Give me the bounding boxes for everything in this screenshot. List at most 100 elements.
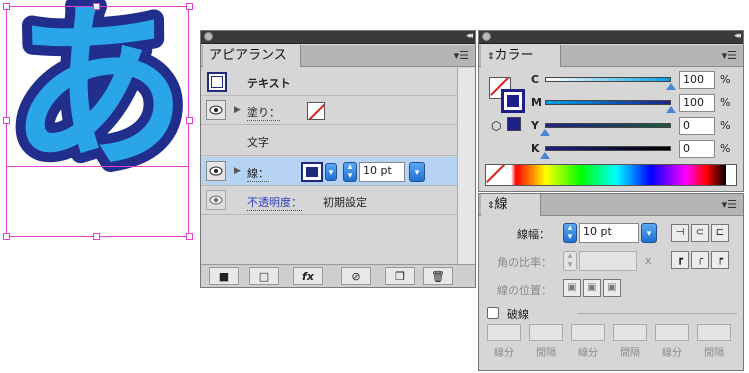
none-color-swatch[interactable] — [486, 165, 508, 185]
slider-thumb[interactable] — [666, 83, 676, 90]
channel-value-field[interactable]: 0 — [679, 140, 715, 158]
round-join-icon[interactable]: ╭ — [691, 251, 709, 269]
percent-unit: % — [720, 142, 731, 155]
web-safe-color-swatch[interactable] — [507, 117, 521, 131]
tab-toggle-icon[interactable]: ⇕ — [487, 52, 495, 62]
projecting-cap-icon[interactable]: ⊏ — [711, 224, 729, 242]
tab-toggle-icon[interactable]: ⇕ — [487, 201, 495, 211]
resize-handle[interactable] — [93, 233, 100, 240]
close-icon[interactable] — [204, 32, 213, 41]
appearance-row-fill[interactable]: ▶ 塗り： — [201, 97, 457, 125]
channel-slider-y[interactable] — [545, 123, 671, 128]
panel-menu-icon[interactable]: ▾☰ — [722, 49, 737, 62]
slider-thumb[interactable] — [540, 152, 550, 159]
dash-field[interactable] — [487, 324, 521, 341]
new-art-icon[interactable]: ■ — [209, 267, 239, 285]
tab-color[interactable]: ⇕カラー — [481, 45, 561, 67]
miter-join-icon[interactable]: ┏ — [671, 251, 689, 269]
resize-handle[interactable] — [186, 117, 193, 124]
channel-slider-m[interactable] — [545, 100, 671, 105]
channel-value-field[interactable]: 100 — [679, 94, 715, 112]
slider-thumb[interactable] — [666, 106, 676, 113]
align-inside-icon[interactable]: ▣ — [583, 279, 601, 297]
slider-thumb[interactable] — [540, 129, 550, 136]
weight-stepper[interactable]: ▴ ▾ — [563, 223, 577, 243]
object-type-label: テキスト — [247, 77, 291, 90]
channel-value-field[interactable]: 100 — [679, 71, 715, 89]
resize-handle[interactable] — [3, 233, 10, 240]
butt-cap-icon[interactable]: ⊣ — [671, 224, 689, 242]
stroke-color-dropdown[interactable]: ▾ — [325, 163, 337, 181]
stroke-label[interactable]: 線： — [247, 165, 269, 182]
visibility-eye-icon[interactable] — [206, 190, 226, 210]
duplicate-icon[interactable]: ❐ — [385, 267, 415, 285]
stroke-indicator-swatch[interactable] — [501, 89, 525, 113]
dash-label: 線分 — [494, 348, 514, 359]
gap-label: 間隔 — [536, 348, 556, 359]
gap-field[interactable] — [529, 324, 563, 341]
appearance-row-stroke[interactable]: ▶ 線： ▾ ▴ ▾ 10 pt ▾ — [201, 157, 457, 186]
panel-titlebar[interactable]: ◂◂ — [479, 31, 743, 44]
channel-label-m: M — [531, 96, 542, 109]
out-of-web-cube-icon[interactable]: ⬡ — [491, 119, 501, 133]
panel-menu-icon[interactable]: ▾☰ — [454, 49, 469, 62]
close-icon[interactable] — [482, 32, 491, 41]
appearance-row-character[interactable]: 文字 — [201, 126, 457, 156]
visibility-eye-icon[interactable] — [206, 100, 226, 120]
weight-dropdown[interactable]: ▾ — [641, 223, 657, 243]
panel-titlebar[interactable]: ◂◂ — [201, 31, 475, 44]
clear-icon[interactable]: □ — [249, 267, 279, 285]
visibility-eye-icon[interactable] — [206, 161, 226, 181]
gap-label: 間隔 — [620, 348, 640, 359]
align-center-icon[interactable]: ▣ — [563, 279, 581, 297]
tab-strip: ⇕線 ▾☰ — [479, 194, 743, 216]
dash-field[interactable] — [655, 324, 689, 341]
divider — [577, 313, 737, 314]
no-icon[interactable]: ⊘ — [341, 267, 371, 285]
color-spectrum-bar[interactable] — [485, 164, 737, 186]
resize-handle[interactable] — [3, 117, 10, 124]
stroke-weight-dropdown[interactable]: ▾ — [409, 162, 425, 182]
expand-triangle-icon[interactable]: ▶ — [234, 166, 241, 176]
channel-slider-c[interactable] — [545, 77, 671, 82]
miter-field[interactable] — [579, 251, 637, 271]
resize-handle[interactable] — [3, 3, 10, 10]
expand-triangle-icon[interactable]: ▶ — [234, 105, 241, 115]
gap-field[interactable] — [613, 324, 647, 341]
resize-handle[interactable] — [186, 3, 193, 10]
dash-label: 線分 — [662, 348, 682, 359]
tab-stroke[interactable]: ⇕線 — [481, 194, 541, 216]
channel-value-field[interactable]: 0 — [679, 117, 715, 135]
resize-handle[interactable] — [186, 233, 193, 240]
gap-field[interactable] — [697, 324, 731, 341]
appearance-row-opacity[interactable]: 不透明度： 初期設定 — [201, 187, 457, 215]
tab-strip: ⇕カラー ▾☰ — [479, 45, 743, 67]
opacity-link[interactable]: 不透明度： — [247, 194, 302, 211]
panel-menu-icon[interactable]: ▾☰ — [722, 198, 737, 211]
stroke-weight-field[interactable]: 10 pt — [359, 162, 405, 182]
baseline-guide — [6, 166, 189, 167]
channel-label-c: C — [531, 73, 540, 86]
appearance-row-object[interactable]: テキスト — [201, 68, 457, 96]
tab-appearance[interactable]: アピアランス — [203, 45, 301, 67]
fill-label[interactable]: 塗り： — [247, 104, 280, 121]
weight-field[interactable]: 10 pt — [579, 223, 639, 243]
collapse-icon[interactable]: ◂◂ — [466, 31, 473, 41]
color-tab-label: カラー — [494, 48, 534, 63]
collapse-icon[interactable]: ◂◂ — [734, 31, 741, 41]
bevel-join-icon[interactable]: ┍ — [711, 251, 729, 269]
fill-none-swatch[interactable] — [307, 102, 325, 120]
resize-handle[interactable] — [93, 3, 100, 10]
stroke-weight-stepper[interactable]: ▴ ▾ — [343, 162, 357, 182]
dash-field[interactable] — [571, 324, 605, 341]
dashed-line-checkbox[interactable] — [487, 307, 499, 319]
trash-icon[interactable]: 🗑 — [423, 267, 453, 285]
channel-slider-k[interactable] — [545, 146, 671, 151]
round-cap-icon[interactable]: ⊂ — [691, 224, 709, 242]
stroke-color-swatch[interactable] — [301, 162, 323, 182]
miter-limit-label: 角の比率： — [497, 256, 552, 269]
miter-stepper[interactable]: ▴ ▾ — [563, 251, 577, 271]
fx-icon[interactable]: fx — [293, 267, 323, 285]
align-outside-icon[interactable]: ▣ — [603, 279, 621, 297]
scrollbar[interactable] — [457, 68, 475, 264]
